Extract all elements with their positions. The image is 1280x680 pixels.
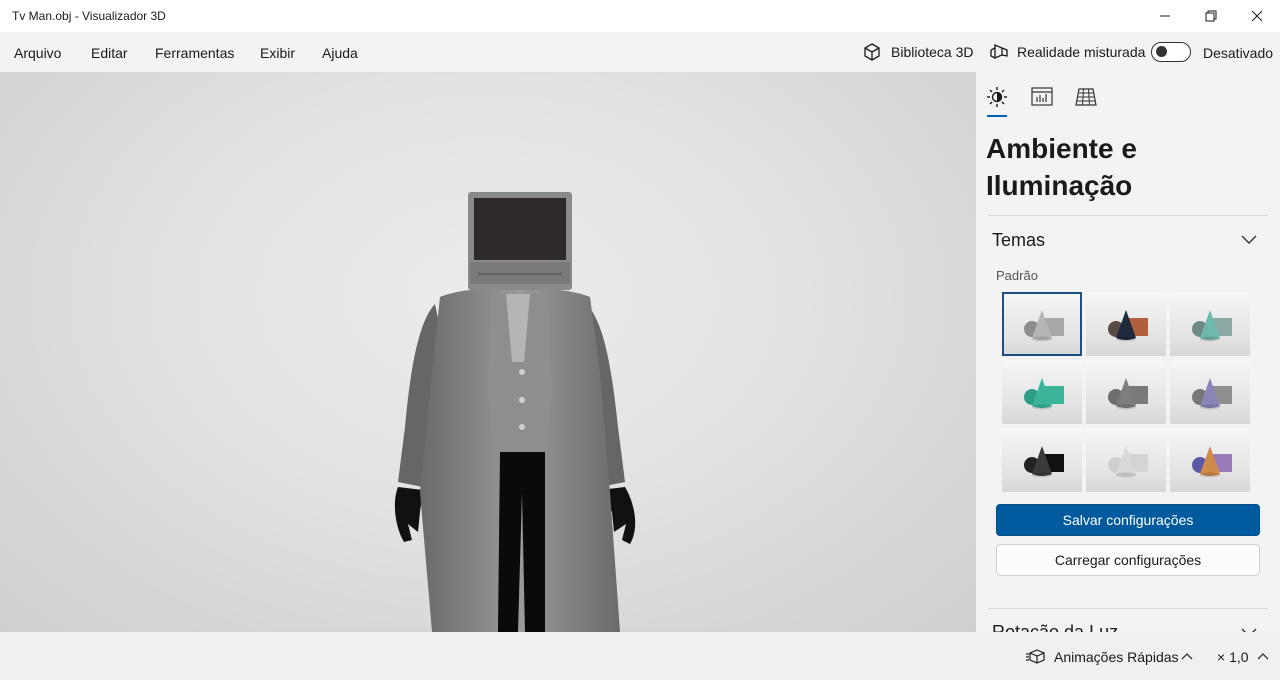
theme-preview xyxy=(1108,446,1148,478)
restore-icon xyxy=(1205,10,1217,22)
themes-subheading: Padrão xyxy=(996,268,1038,283)
tab-environment[interactable] xyxy=(985,86,1009,108)
save-settings-button[interactable]: Salvar configurações xyxy=(996,504,1260,536)
menu-bar: Arquivo Editar Ferramentas Exibir Ajuda … xyxy=(0,32,1280,72)
theme-option[interactable] xyxy=(1086,360,1166,424)
theme-preview xyxy=(1192,310,1232,342)
mixed-reality-state: Desativado xyxy=(1203,45,1274,61)
tab-stats[interactable] xyxy=(1030,86,1054,108)
minimize-button[interactable] xyxy=(1142,0,1188,32)
mixed-reality-icon xyxy=(989,42,1009,62)
3d-viewport[interactable] xyxy=(0,72,976,632)
theme-preview xyxy=(1192,378,1232,410)
grid-icon xyxy=(1075,88,1097,106)
divider xyxy=(988,215,1268,216)
chevron-down-icon xyxy=(1241,235,1257,244)
menu-ajuda[interactable]: Ajuda xyxy=(322,45,358,61)
sun-icon xyxy=(987,87,1007,107)
chevron-up-icon xyxy=(1181,653,1193,660)
menu-exibir[interactable]: Exibir xyxy=(260,45,295,61)
divider xyxy=(988,608,1268,609)
theme-option[interactable] xyxy=(1002,360,1082,424)
library-3d-label: Biblioteca 3D xyxy=(891,44,974,60)
theme-preview xyxy=(1024,310,1064,342)
light-rotation-title: Rotação da Luz xyxy=(992,622,1119,632)
theme-option[interactable] xyxy=(1002,428,1082,492)
theme-preview xyxy=(1108,310,1148,342)
restore-button[interactable] xyxy=(1188,0,1234,32)
side-panel: Ambiente e Iluminação Temas Padrão Salva… xyxy=(976,72,1280,632)
speed-label: × 1,0 xyxy=(1217,649,1249,665)
close-button[interactable] xyxy=(1234,0,1280,32)
theme-option[interactable] xyxy=(1086,428,1166,492)
menu-ferramentas[interactable]: Ferramentas xyxy=(155,45,234,61)
title-bar: Tv Man.obj - Visualizador 3D xyxy=(0,0,1280,32)
mixed-reality-label: Realidade misturada xyxy=(1017,44,1146,60)
mixed-reality-toggle[interactable] xyxy=(1151,42,1191,62)
tab-grid[interactable] xyxy=(1074,86,1098,108)
animation-icon xyxy=(1026,649,1045,664)
theme-preview xyxy=(1024,446,1064,478)
theme-option[interactable] xyxy=(1170,360,1250,424)
load-settings-button[interactable]: Carregar configurações xyxy=(996,544,1260,576)
bottom-bar: Animações Rápidas × 1,0 xyxy=(0,632,1280,680)
active-tab-indicator xyxy=(987,115,1007,117)
stats-icon xyxy=(1031,87,1053,106)
theme-option[interactable] xyxy=(1170,428,1250,492)
menu-arquivo[interactable]: Arquivo xyxy=(14,45,61,61)
close-icon xyxy=(1251,10,1263,22)
theme-option[interactable] xyxy=(1086,292,1166,356)
menu-editar[interactable]: Editar xyxy=(91,45,128,61)
mixed-reality-button[interactable]: Realidade misturada xyxy=(989,32,1145,72)
theme-option[interactable] xyxy=(1170,292,1250,356)
animations-label: Animações Rápidas xyxy=(1054,649,1179,665)
cube-icon xyxy=(862,42,882,62)
library-3d-button[interactable]: Biblioteca 3D xyxy=(862,32,974,72)
theme-preview xyxy=(1192,446,1232,478)
toggle-knob xyxy=(1156,46,1167,57)
tv-man-model xyxy=(100,192,940,632)
themes-title: Temas xyxy=(992,230,1046,250)
theme-option[interactable] xyxy=(1002,292,1082,356)
chevron-up-icon xyxy=(1257,653,1269,660)
panel-heading: Ambiente e Iluminação xyxy=(986,133,1137,201)
theme-preview xyxy=(1108,378,1148,410)
window-title: Tv Man.obj - Visualizador 3D xyxy=(12,9,166,23)
minimize-icon xyxy=(1160,15,1170,17)
theme-preview xyxy=(1024,378,1064,410)
